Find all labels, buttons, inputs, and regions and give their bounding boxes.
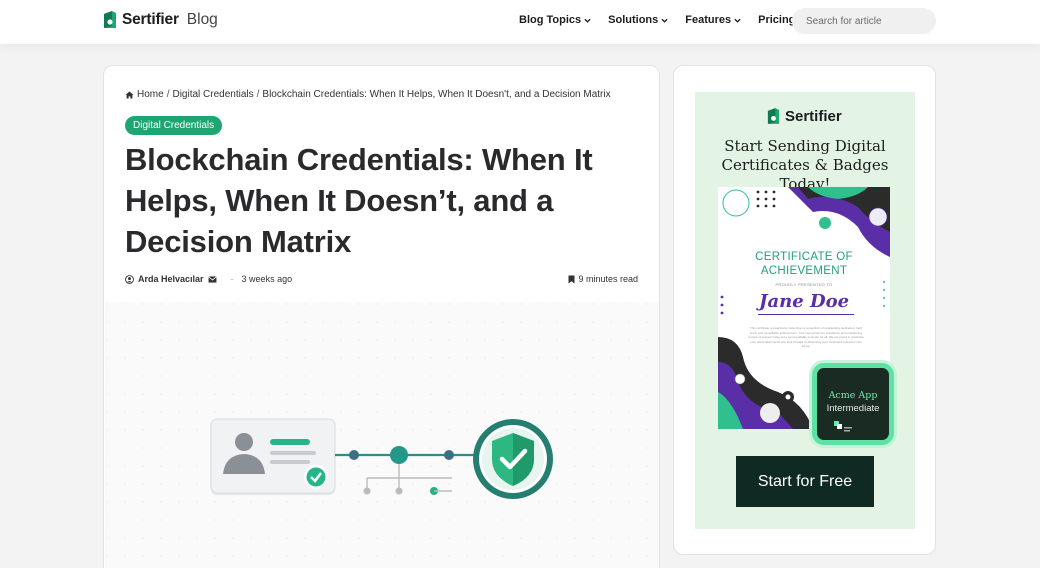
sertifier-logo-icon bbox=[767, 108, 780, 124]
ad-brand: Sertifier bbox=[785, 108, 842, 125]
breadcrumb-current: Blockchain Credentials: When It Helps, W… bbox=[262, 89, 611, 100]
chevron-down-icon bbox=[734, 18, 741, 23]
start-for-free-button[interactable]: Start for Free bbox=[736, 456, 874, 507]
nav-label: Features bbox=[685, 14, 732, 26]
article-meta: Arda Helvacılar · 3 weeks ago bbox=[125, 274, 292, 284]
certificate-name-underline bbox=[758, 314, 854, 315]
logo-brand: Sertifier bbox=[122, 11, 179, 28]
read-time: 9 minutes read bbox=[568, 274, 638, 284]
breadcrumb-home[interactable]: Home bbox=[137, 89, 164, 100]
article-card: Home / Digital Credentials / Blockchain … bbox=[103, 65, 660, 568]
ad-logo: Sertifier bbox=[767, 108, 842, 125]
nav-label: Solutions bbox=[608, 14, 659, 26]
certificate-title-line: ACHIEVEMENT bbox=[760, 265, 848, 277]
breadcrumb-category[interactable]: Digital Credentials bbox=[172, 89, 253, 100]
chevron-down-icon bbox=[661, 18, 668, 23]
nav-blog-topics[interactable]: Blog Topics bbox=[519, 14, 591, 26]
logo-suffix: Blog bbox=[186, 11, 218, 28]
category-tag[interactable]: Digital Credentials bbox=[125, 116, 223, 135]
certificate-presented: PROUDLY PRESENTED TO bbox=[775, 282, 833, 287]
chevron-down-icon bbox=[584, 18, 591, 23]
publish-date: 3 weeks ago bbox=[241, 274, 293, 284]
bookmark-icon bbox=[568, 275, 575, 283]
nav-pricing[interactable]: Pricing bbox=[758, 14, 795, 26]
nav-label: Pricing bbox=[758, 14, 796, 26]
breadcrumb-separator: / bbox=[256, 89, 260, 100]
badge-logo-icon bbox=[834, 421, 852, 432]
site-header: Sertifier Blog Blog Topics Solutions Fea… bbox=[0, 0, 1040, 44]
author-name[interactable]: Arda Helvacılar bbox=[138, 274, 204, 284]
user-icon bbox=[125, 274, 134, 284]
sidebar-card: Sertifier Start Sending Digital Certific… bbox=[673, 65, 936, 555]
badge-title: Acme App bbox=[828, 390, 878, 401]
breadcrumb-separator: / bbox=[166, 89, 170, 100]
nav-solutions[interactable]: Solutions bbox=[608, 14, 668, 26]
email-icon[interactable] bbox=[207, 275, 217, 283]
article-title: Blockchain Credentials: When It Helps, W… bbox=[125, 142, 593, 259]
ad-headline-line: Start Sending Digital bbox=[724, 137, 886, 155]
hero-image bbox=[105, 302, 659, 568]
search-box bbox=[792, 8, 938, 34]
meta-separator: · bbox=[230, 274, 234, 284]
blockchain-illustration bbox=[105, 302, 659, 568]
certificate-title-line: CERTIFICATE OF bbox=[755, 251, 853, 263]
ad-headline: Start Sending Digital Certificates & Bad… bbox=[695, 137, 915, 194]
read-time-label: 9 minutes read bbox=[578, 274, 638, 284]
nav-label: Blog Topics bbox=[519, 14, 582, 26]
sertifier-ad-banner[interactable]: Sertifier Start Sending Digital Certific… bbox=[695, 92, 915, 529]
nav-features[interactable]: Features bbox=[685, 14, 741, 26]
badge-preview: Acme App Intermediate bbox=[812, 363, 894, 445]
certificate-recipient: Jane Doe bbox=[758, 291, 850, 312]
certificate-title: CERTIFICATE OF ACHIEVEMENT bbox=[718, 250, 890, 278]
site-logo[interactable]: Sertifier Blog bbox=[103, 11, 218, 29]
search-input[interactable] bbox=[806, 15, 938, 27]
certificate-body: This certificate is awarded to Jane Doe … bbox=[748, 326, 864, 348]
sertifier-logo-icon bbox=[104, 11, 116, 28]
breadcrumb: Home / Digital Credentials / Blockchain … bbox=[125, 89, 611, 100]
main-nav: Blog Topics Solutions Features Pricing bbox=[519, 14, 812, 26]
badge-level: Intermediate bbox=[826, 403, 880, 414]
home-icon bbox=[125, 90, 134, 99]
